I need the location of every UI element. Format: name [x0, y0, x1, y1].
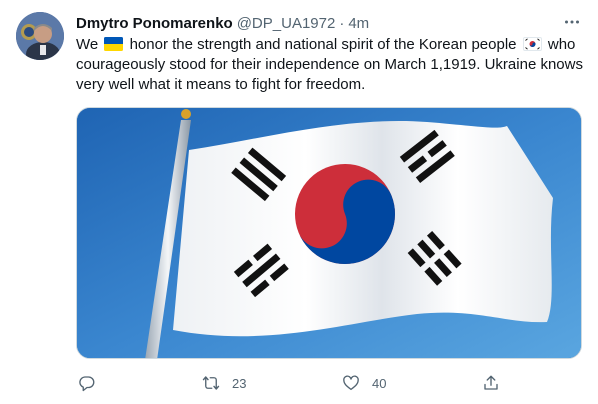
- separator-dot: ·: [339, 14, 345, 32]
- retweet-icon: [202, 376, 220, 390]
- like-button[interactable]: 40: [342, 372, 386, 394]
- tweet-header: Dmytro Ponomarenko @DP_UA1972 · 4m: [76, 13, 582, 33]
- tweet[interactable]: Dmytro Ponomarenko @DP_UA1972 · 4m We ho…: [0, 0, 598, 404]
- like-icon: [343, 375, 359, 391]
- tweet-actions: 23 40: [76, 372, 506, 394]
- avatar-image: [16, 12, 64, 60]
- author-handle[interactable]: @DP_UA1972: [237, 15, 336, 32]
- share-icon: [484, 375, 498, 390]
- tweet-text-part-1: We: [76, 36, 99, 53]
- share-button[interactable]: [482, 372, 512, 394]
- like-count: 40: [372, 375, 387, 391]
- author-name[interactable]: Dmytro Ponomarenko: [76, 15, 233, 32]
- more-icon[interactable]: [562, 12, 582, 32]
- tweet-text: We honor the strength and national spiri…: [76, 35, 584, 95]
- tweet-text-part-2: honor the strength and national spirit o…: [125, 36, 517, 53]
- retweet-count: 23: [232, 375, 247, 391]
- reply-button[interactable]: [78, 372, 108, 394]
- south-korea-flag-emoji: [522, 37, 542, 51]
- retweet-button[interactable]: 23: [202, 372, 246, 394]
- reply-icon: [79, 376, 95, 392]
- south-korea-flag-image: [77, 108, 581, 358]
- tweet-media[interactable]: [76, 107, 582, 359]
- ukraine-flag-emoji: [104, 37, 124, 51]
- tweet-time[interactable]: 4m: [348, 15, 369, 32]
- avatar[interactable]: [16, 12, 64, 60]
